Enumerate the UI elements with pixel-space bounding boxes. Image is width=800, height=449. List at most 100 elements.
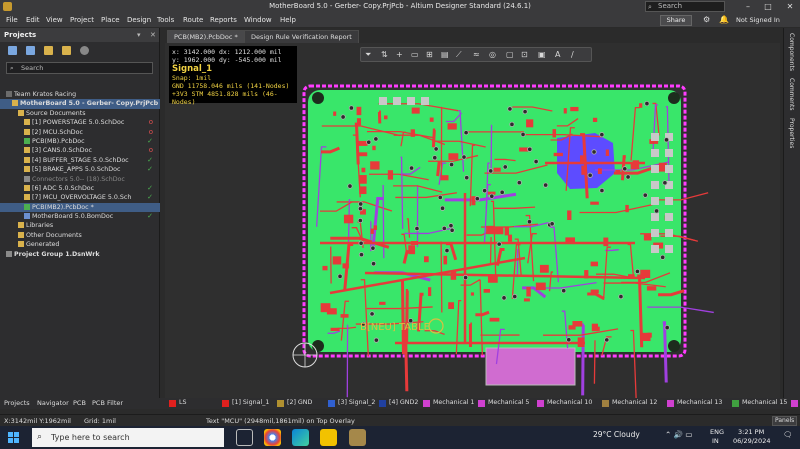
smd-pad[interactable] <box>494 226 504 235</box>
smd-pad[interactable] <box>526 119 534 128</box>
tree-item[interactable]: Project Group 1.DsnWrk <box>0 250 160 259</box>
pin-icon[interactable]: ▾ <box>137 28 141 42</box>
via[interactable] <box>522 109 528 115</box>
smd-pad[interactable] <box>356 118 362 126</box>
save-icon[interactable] <box>8 46 17 55</box>
layer-tab[interactable]: [2] GND <box>287 399 312 406</box>
via[interactable] <box>625 174 631 180</box>
header-pad[interactable] <box>665 149 673 157</box>
chrome-icon[interactable] <box>264 429 281 446</box>
tab-pcb-filter[interactable]: PCB Filter <box>92 399 123 407</box>
via[interactable] <box>482 188 488 194</box>
smd-pad[interactable] <box>615 170 621 175</box>
copper-trace[interactable] <box>431 128 436 148</box>
via[interactable] <box>370 261 377 267</box>
pcb-canvas[interactable]: B[NEU] TABLE x: 3142.000 dx: 1212.000 mi… <box>165 43 780 398</box>
via[interactable] <box>642 192 648 198</box>
smd-pad[interactable] <box>568 325 576 330</box>
layer-tab[interactable]: Mechanical 10 <box>547 399 592 406</box>
layer-tab[interactable]: [1] Signal_1 <box>232 399 269 406</box>
smd-pad[interactable] <box>567 210 572 220</box>
menu-item-place[interactable]: Place <box>101 16 120 24</box>
smd-pad[interactable] <box>440 175 449 181</box>
smd-pad[interactable] <box>597 168 602 175</box>
via[interactable] <box>509 121 515 127</box>
projects-search-input[interactable]: ⌕ Search <box>6 62 153 74</box>
smd-pad[interactable] <box>333 111 337 116</box>
via[interactable] <box>543 182 549 188</box>
copper-trace[interactable] <box>516 248 519 278</box>
copper-trace[interactable] <box>490 124 493 170</box>
smd-pad[interactable] <box>423 256 429 263</box>
bell-icon[interactable]: 🔔 <box>719 15 729 24</box>
smd-pad[interactable] <box>579 155 584 164</box>
header-pad[interactable] <box>665 197 673 205</box>
via[interactable] <box>357 206 364 212</box>
tab-pcb[interactable]: PCB <box>73 399 86 407</box>
tree-item[interactable]: MotherBoard 5.0.BomDoc ✓ <box>0 212 160 221</box>
smd-pad[interactable] <box>372 145 376 151</box>
menu-item-view[interactable]: View <box>46 16 63 24</box>
via[interactable] <box>507 106 513 112</box>
tree-item[interactable]: [7] MCU_OVERVOLTAGE 5.0.Sch ✓ <box>0 193 160 202</box>
header-pad[interactable] <box>665 165 673 173</box>
via[interactable] <box>347 183 353 189</box>
via[interactable] <box>463 274 469 281</box>
layer-tab[interactable]: Mechanical 13 <box>677 399 722 406</box>
smd-pad[interactable] <box>605 149 609 156</box>
add-icon[interactable]: + <box>396 50 403 59</box>
tab-pcb-document[interactable]: PCB(MB2).PcbDoc * <box>167 30 245 43</box>
component-icon[interactable]: ▤ <box>441 50 449 59</box>
smd-pad[interactable] <box>590 201 599 205</box>
via[interactable] <box>358 252 365 258</box>
tab-navigator[interactable]: Navigator <box>37 399 69 407</box>
via[interactable] <box>448 223 454 229</box>
smd-pad[interactable] <box>643 233 652 241</box>
smd-pad[interactable] <box>526 286 531 297</box>
via[interactable] <box>449 227 455 233</box>
edge-icon[interactable] <box>292 429 309 446</box>
smd-pad[interactable] <box>410 241 418 245</box>
smd-pad[interactable] <box>639 103 643 108</box>
tab-projects[interactable]: Projects <box>4 399 30 407</box>
via[interactable] <box>358 240 364 246</box>
smd-pad[interactable] <box>387 170 394 180</box>
polygon-icon[interactable]: ▢ <box>506 50 514 59</box>
smd-pad[interactable] <box>483 288 490 293</box>
header-pad[interactable] <box>651 133 659 141</box>
smd-pad[interactable] <box>383 115 388 120</box>
smd-pad[interactable] <box>358 152 368 157</box>
notification-icon[interactable]: 🗨 <box>783 430 793 439</box>
header-pad[interactable] <box>651 213 659 221</box>
smd-pad[interactable] <box>646 286 657 291</box>
menu-item-help[interactable]: Help <box>280 16 296 24</box>
via[interactable] <box>432 155 438 161</box>
copper-trace[interactable] <box>404 329 409 392</box>
diff-pair-icon[interactable]: ≈ <box>473 50 480 59</box>
via[interactable] <box>566 337 572 343</box>
header-pad[interactable] <box>665 229 673 237</box>
via[interactable] <box>663 137 670 143</box>
via[interactable] <box>660 254 666 260</box>
smd-pad[interactable] <box>563 108 567 114</box>
smd-pad[interactable] <box>320 303 331 313</box>
smd-pad[interactable] <box>570 106 579 112</box>
close-button[interactable]: ✕ <box>780 0 800 13</box>
via[interactable] <box>488 168 494 174</box>
global-search-input[interactable]: ⌕ Search <box>645 1 725 12</box>
smd-pad[interactable] <box>539 264 549 273</box>
smd-pad[interactable] <box>359 186 367 195</box>
smd-pad[interactable] <box>591 323 598 332</box>
smd-pad[interactable] <box>486 225 495 235</box>
smd-pad[interactable] <box>429 117 434 122</box>
copper-trace[interactable] <box>346 324 349 398</box>
smd-pad[interactable] <box>450 270 457 280</box>
layer-tab[interactable]: Mechanical 12 <box>612 399 657 406</box>
tree-item[interactable]: [5] BRAKE_APPS 5.0.SchDoc ✓ <box>0 165 160 174</box>
maximize-button[interactable]: □ <box>758 0 778 13</box>
header-pad[interactable] <box>665 213 673 221</box>
via[interactable] <box>622 166 628 172</box>
layer-tab[interactable]: [3] Signal_2 <box>338 399 375 406</box>
tree-item[interactable]: Libraries <box>0 221 160 230</box>
via[interactable] <box>516 180 522 186</box>
